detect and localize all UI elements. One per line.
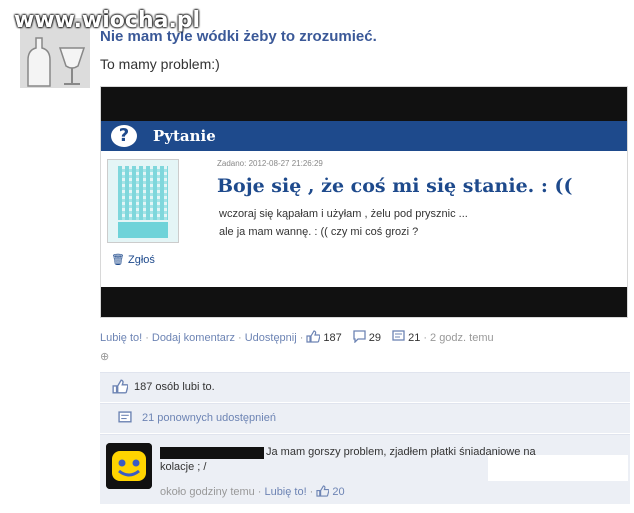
post-actions: Lubię to! · Dodaj komentarz · Udostępnij · 187…: [100, 330, 494, 344]
white-patch: [488, 455, 628, 481]
comment-likes-count[interactable]: 20: [332, 486, 344, 498]
comment-avatar[interactable]: [106, 443, 152, 489]
comment-text: Ja mam gorszy problem, zjadłem płatki śn…: [160, 446, 536, 473]
thumbs-up-icon: [306, 330, 321, 343]
shares-count[interactable]: 21: [408, 332, 420, 344]
qr-pattern: [118, 166, 168, 220]
watermark: www.wiocha.pl: [14, 8, 201, 33]
likes-count[interactable]: 187: [323, 332, 341, 344]
comments-count[interactable]: 29: [369, 332, 381, 344]
comment-meta: około godziny temu · Lubię to! · 20: [160, 485, 345, 498]
likes-summary[interactable]: 187 osób lubi to.: [100, 372, 630, 402]
trash-icon: 🗑: [111, 254, 125, 266]
like-link[interactable]: Lubię to!: [100, 332, 142, 344]
likes-summary-text: 187 osób lubi to.: [134, 381, 215, 393]
facebook-post-screenshot: www.wiocha.pl Nie mam tyle wódki żeby to…: [0, 0, 634, 513]
shares-summary[interactable]: 21 ponownych udostępnień: [100, 403, 630, 433]
comment-link[interactable]: Dodaj komentarz: [152, 332, 235, 344]
question-body: wczoraj się kąpałam i użyłam , żelu pod …: [219, 205, 468, 241]
share-icon: [118, 411, 132, 423]
shared-body: 🗑 Zgłoś Zadano: 2012-08-27 21:26:29 Boje…: [101, 151, 627, 287]
smiley-face-icon: [106, 443, 152, 489]
shared-image-bottom-bar: [101, 287, 627, 317]
qr-image: [107, 159, 179, 243]
shared-image[interactable]: ? Pytanie 🗑 Zgłoś Zadano: 2012-08-27 21:…: [100, 86, 628, 318]
shares-summary-text: 21 ponownych udostępnień: [142, 412, 276, 424]
report-link[interactable]: 🗑 Zgłoś: [111, 253, 155, 266]
post-time[interactable]: 2 godz. temu: [430, 332, 494, 344]
comment-like-link[interactable]: Lubię to!: [264, 486, 306, 498]
share-icon: [392, 330, 405, 341]
qr-bar: [118, 222, 168, 238]
comment-time[interactable]: około godziny temu: [160, 486, 255, 498]
comment-icon: [353, 330, 366, 343]
shared-image-top-bar: [101, 87, 627, 121]
globe-icon: ⊕: [100, 351, 110, 363]
thumbs-up-icon: [316, 485, 330, 497]
question-date: Zadano: 2012-08-27 21:26:29: [217, 159, 323, 168]
shared-header-label: Pytanie: [153, 127, 216, 145]
thumbs-up-icon: [112, 379, 128, 394]
shared-header: ? Pytanie: [101, 121, 627, 151]
report-label: Zgłoś: [128, 254, 155, 266]
question-icon: ?: [111, 125, 137, 147]
share-link[interactable]: Udostępnij: [245, 332, 297, 344]
question-body-line: wczoraj się kąpałam i użyłam , żelu pod …: [219, 208, 468, 220]
comment: Ja mam gorszy problem, zjadłem płatki śn…: [100, 434, 630, 504]
question-title: Boje się , że coś mi się stanie. : ((: [217, 175, 573, 197]
question-body-line: ale ja mam wannę. : (( czy mi coś grozi …: [219, 226, 419, 238]
post-text: To mamy problem:): [100, 56, 220, 72]
